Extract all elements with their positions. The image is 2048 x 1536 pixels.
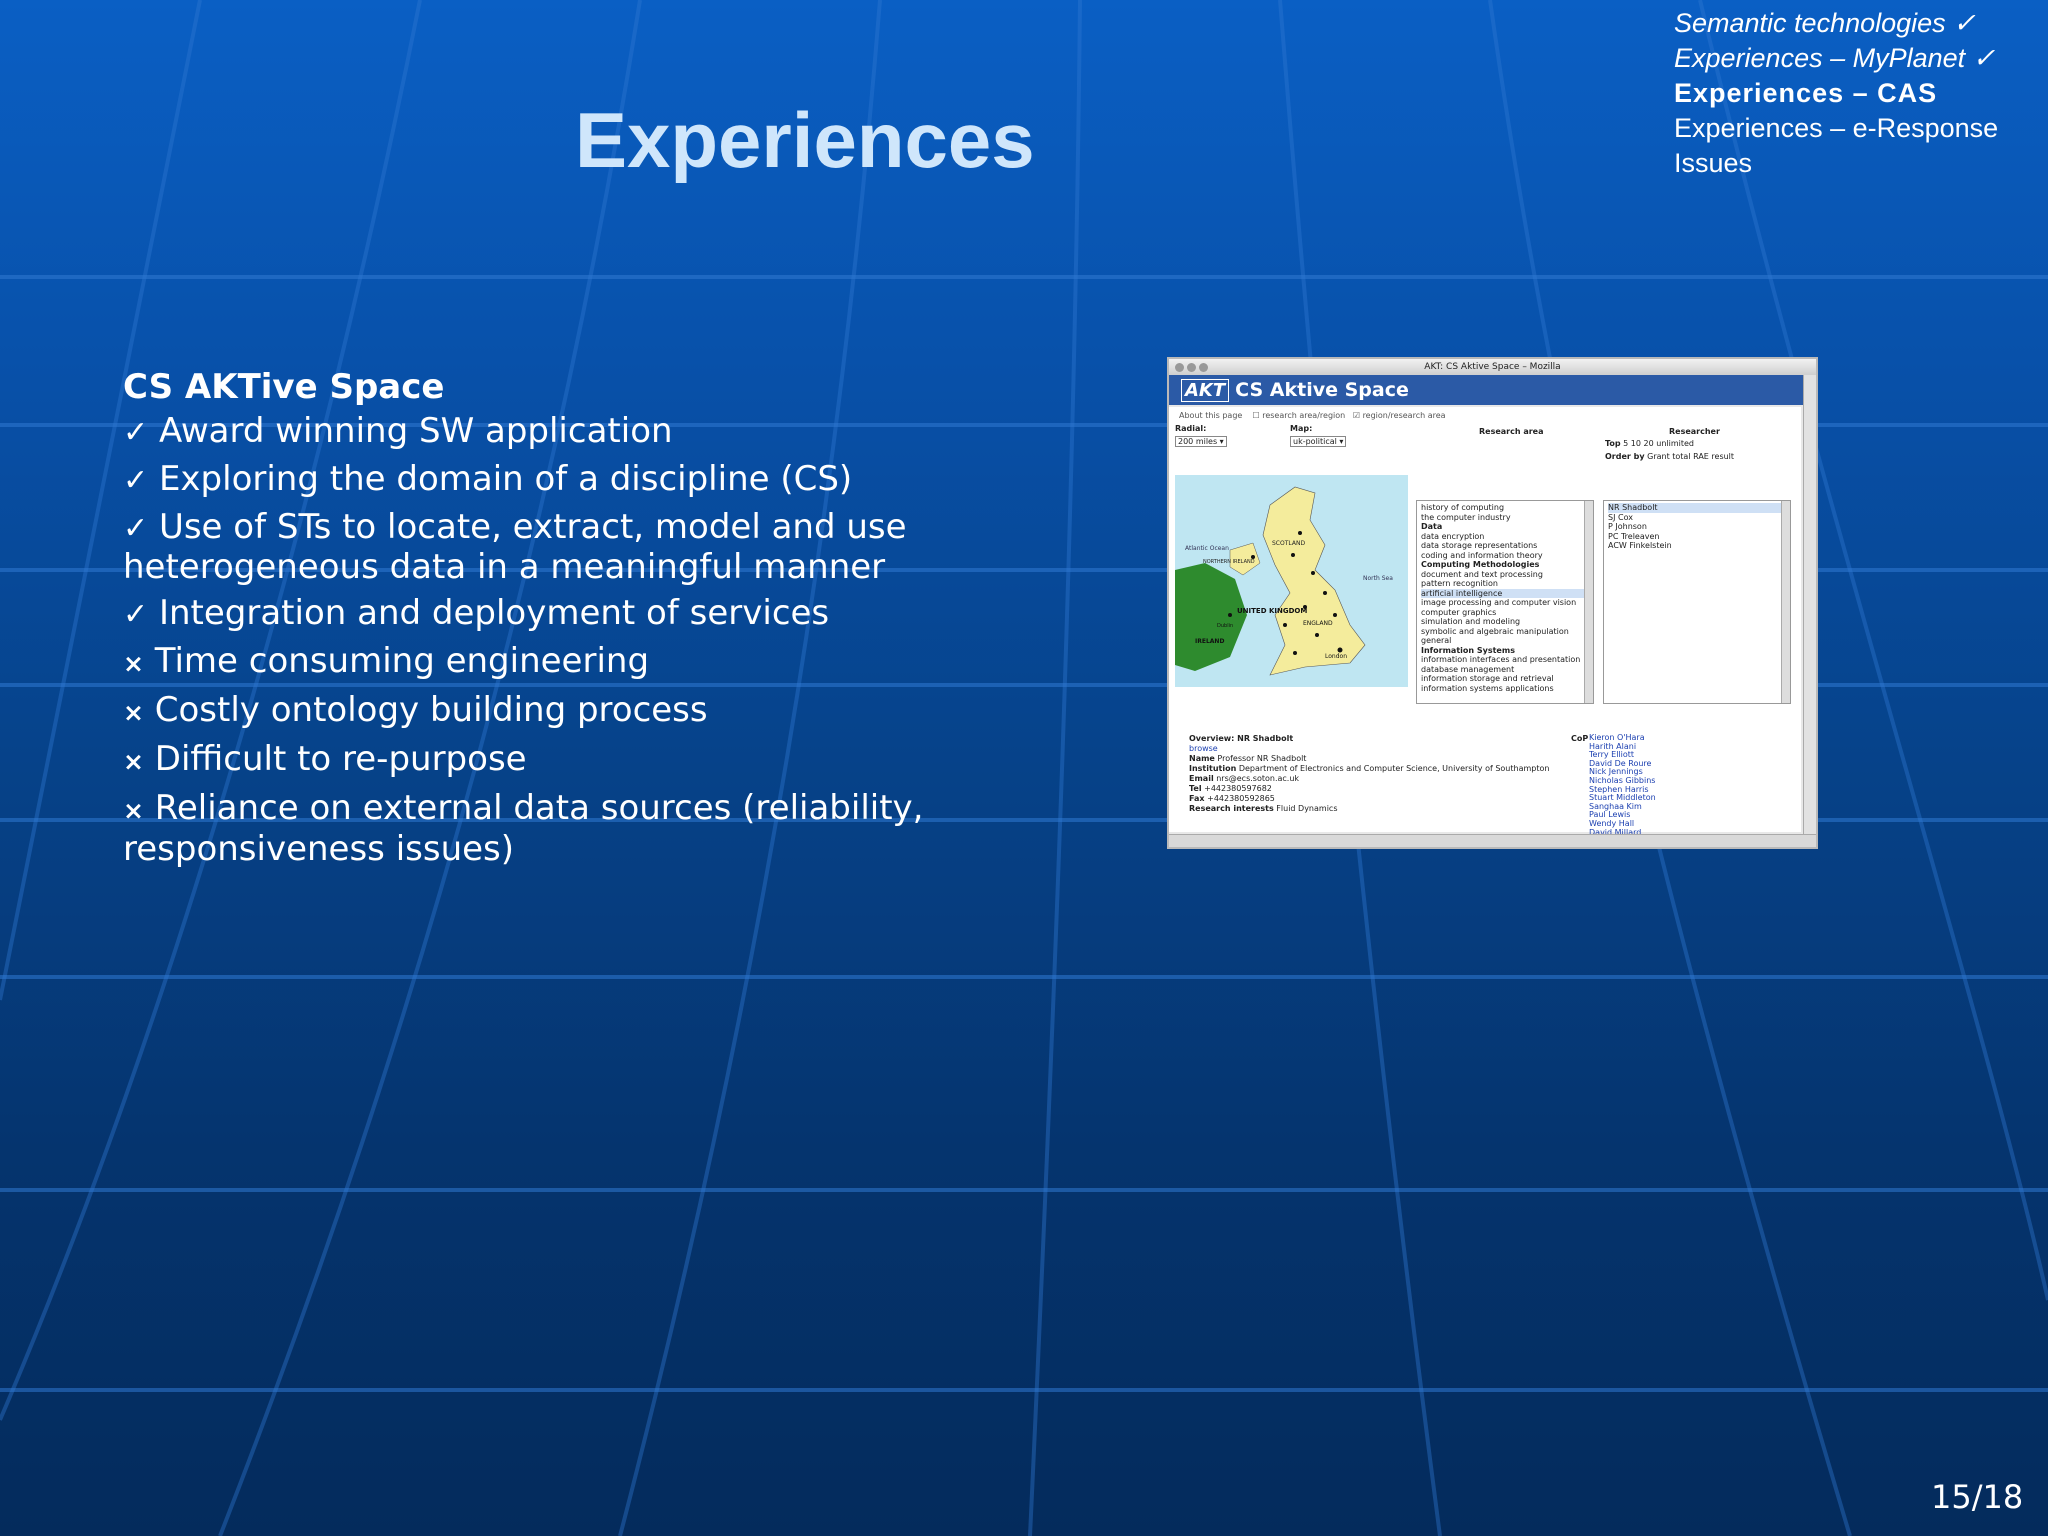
list-item[interactable]: image processing and computer vision bbox=[1421, 598, 1589, 608]
cs-aktive-space-screenshot: AKT: CS Aktive Space – Mozilla AKT CS Akt… bbox=[1167, 357, 1818, 849]
researcher-label: Researcher bbox=[1669, 427, 1720, 436]
option-region-research-area[interactable]: region/research area bbox=[1363, 411, 1446, 420]
cop-list[interactable]: Kieron O'Hara Harith Alani Terry Elliott Da… bbox=[1589, 733, 1656, 846]
list-item[interactable]: coding and information theory bbox=[1421, 551, 1589, 561]
nav-item-experiences-e-response[interactable]: Experiences – e-Response bbox=[1674, 111, 1998, 146]
list-item[interactable]: Information Systems bbox=[1421, 646, 1589, 656]
bullet-item: × Reliance on external data sources (rel… bbox=[123, 788, 924, 869]
nav-item-issues[interactable]: Issues bbox=[1674, 146, 1998, 181]
radial-select[interactable]: 200 miles ▾ bbox=[1175, 436, 1227, 447]
app-title: CS Aktive Space bbox=[1235, 379, 1409, 401]
bullet-item: ✓ Integration and deployment of services bbox=[123, 593, 830, 633]
list-item[interactable]: information storage and retrieval bbox=[1421, 674, 1589, 684]
overview-title: Overview: NR Shadbolt bbox=[1189, 734, 1294, 743]
nav-item-experiences-cas[interactable]: Experiences – CAS bbox=[1674, 76, 1998, 111]
uk-map[interactable]: Atlantic Ocean NORTHERN IRELAND SCOTLAND… bbox=[1175, 475, 1408, 687]
option-research-area-region[interactable]: research area/region bbox=[1262, 411, 1345, 420]
cross-icon: × bbox=[123, 747, 144, 776]
bullet-item: ✓ Use of STs to locate, extract, model a… bbox=[123, 507, 907, 587]
about-link[interactable]: About this page bbox=[1179, 411, 1242, 420]
list-item[interactable]: simulation and modeling bbox=[1421, 617, 1589, 627]
list-item[interactable]: general bbox=[1421, 636, 1589, 646]
researcher-list[interactable]: NR Shadbolt SJ Cox P Johnson PC Treleaven AC… bbox=[1603, 500, 1791, 704]
check-icon: ✓ bbox=[123, 511, 149, 546]
list-item[interactable]: P Johnson bbox=[1608, 522, 1786, 532]
check-icon: ✓ bbox=[123, 597, 149, 632]
view-options: About this page ☐ research area/region ☑… bbox=[1179, 411, 1446, 420]
browser-statusbar bbox=[1169, 834, 1816, 847]
map-label-scotland: SCOTLAND bbox=[1272, 540, 1305, 547]
cross-icon: × bbox=[123, 698, 144, 727]
map-label-north-sea: North Sea bbox=[1363, 575, 1393, 582]
check-icon: ✓ bbox=[123, 463, 149, 498]
page-number: 15/18 bbox=[1931, 1478, 2024, 1516]
map-select[interactable]: uk-political ▾ bbox=[1290, 436, 1347, 447]
bullet-item: × Time consuming engineering bbox=[123, 641, 650, 681]
map-label-ireland: IRELAND bbox=[1195, 638, 1224, 645]
research-area-list[interactable]: history of computing the computer industr… bbox=[1416, 500, 1594, 704]
bullet-item: × Costly ontology building process bbox=[123, 690, 708, 730]
list-item[interactable]: symbolic and algebraic manipulation bbox=[1421, 627, 1589, 637]
list-item[interactable]: database management bbox=[1421, 665, 1589, 675]
list-item[interactable]: Computing Methodologies bbox=[1421, 560, 1589, 570]
window-title: AKT: CS Aktive Space – Mozilla bbox=[1424, 362, 1561, 372]
list-item[interactable]: history of computing bbox=[1421, 503, 1589, 513]
list-item[interactable]: data encryption bbox=[1421, 532, 1589, 542]
cop-label: CoP bbox=[1571, 734, 1589, 743]
check-icon: ✓ bbox=[123, 415, 149, 450]
app-body: About this page ☐ research area/region ☑… bbox=[1169, 407, 1801, 845]
bullet-heading: CS AKTive Space bbox=[123, 367, 445, 407]
page-scrollbar[interactable] bbox=[1803, 375, 1816, 835]
uk-map-graphic: Atlantic Ocean NORTHERN IRELAND SCOTLAND… bbox=[1175, 486, 1393, 676]
akt-logo: AKT bbox=[1181, 379, 1230, 402]
bullet-item: ✓ Award winning SW application bbox=[123, 411, 673, 451]
slide-title: Experiences bbox=[575, 96, 1035, 184]
researcher-scrollbar[interactable] bbox=[1781, 501, 1790, 703]
browse-link[interactable]: browse bbox=[1189, 744, 1549, 754]
browser-titlebar: AKT: CS Aktive Space – Mozilla bbox=[1169, 359, 1816, 375]
bullet-item: × Difficult to re-purpose bbox=[123, 739, 527, 779]
map-label-atlantic: Atlantic Ocean bbox=[1185, 545, 1229, 552]
top-options[interactable]: Top 5 10 20 unlimited bbox=[1605, 439, 1694, 448]
list-item[interactable]: artificial intelligence bbox=[1421, 588, 1589, 598]
map-label-united-kingdom: UNITED KINGDOM bbox=[1237, 607, 1307, 615]
section-nav: Semantic technologies ✓ Experiences – My… bbox=[1674, 6, 1998, 181]
list-item[interactable]: pattern recognition bbox=[1421, 579, 1589, 589]
radial-label: Radial: bbox=[1175, 424, 1207, 433]
map-label-england: ENGLAND bbox=[1303, 620, 1333, 627]
list-item[interactable]: NR Shadbolt bbox=[1608, 503, 1786, 513]
list-item[interactable]: computer graphics bbox=[1421, 608, 1589, 618]
cross-icon: × bbox=[123, 649, 144, 678]
overview-panel: Overview: NR Shadbolt browse Name Profes… bbox=[1189, 734, 1550, 813]
map-label-dublin: Dublin bbox=[1217, 623, 1233, 629]
map-label-northern-ireland: NORTHERN IRELAND bbox=[1203, 559, 1255, 565]
research-area-scrollbar[interactable] bbox=[1584, 501, 1593, 703]
list-item[interactable]: SJ Cox bbox=[1608, 513, 1786, 523]
research-area-label: Research area bbox=[1479, 427, 1544, 436]
list-item[interactable]: PC Treleaven bbox=[1608, 532, 1786, 542]
order-options[interactable]: Order by Grant total RAE result bbox=[1605, 452, 1734, 461]
list-item[interactable]: data storage representations bbox=[1421, 541, 1589, 551]
map-label-london: London bbox=[1325, 653, 1347, 660]
list-item[interactable]: document and text processing bbox=[1421, 570, 1589, 580]
app-banner: AKT CS Aktive Space bbox=[1169, 375, 1816, 405]
list-item[interactable]: ACW Finkelstein bbox=[1608, 541, 1786, 551]
bullet-list: CS AKTive Space ✓ Award winning SW appli… bbox=[123, 368, 1003, 876]
bullet-item: ✓ Exploring the domain of a discipline (… bbox=[123, 459, 853, 499]
cross-icon: × bbox=[123, 796, 144, 825]
window-controls bbox=[1175, 362, 1211, 378]
nav-item-semantic-technologies[interactable]: Semantic technologies ✓ bbox=[1674, 6, 1998, 41]
list-item[interactable]: Data bbox=[1421, 522, 1589, 532]
nav-item-experiences-myplanet[interactable]: Experiences – MyPlanet ✓ bbox=[1674, 41, 1998, 76]
map-label: Map: bbox=[1290, 424, 1313, 433]
list-item[interactable]: information systems applications bbox=[1421, 684, 1589, 694]
list-item[interactable]: information interfaces and presentation bbox=[1421, 655, 1589, 665]
list-item[interactable]: the computer industry bbox=[1421, 513, 1589, 523]
